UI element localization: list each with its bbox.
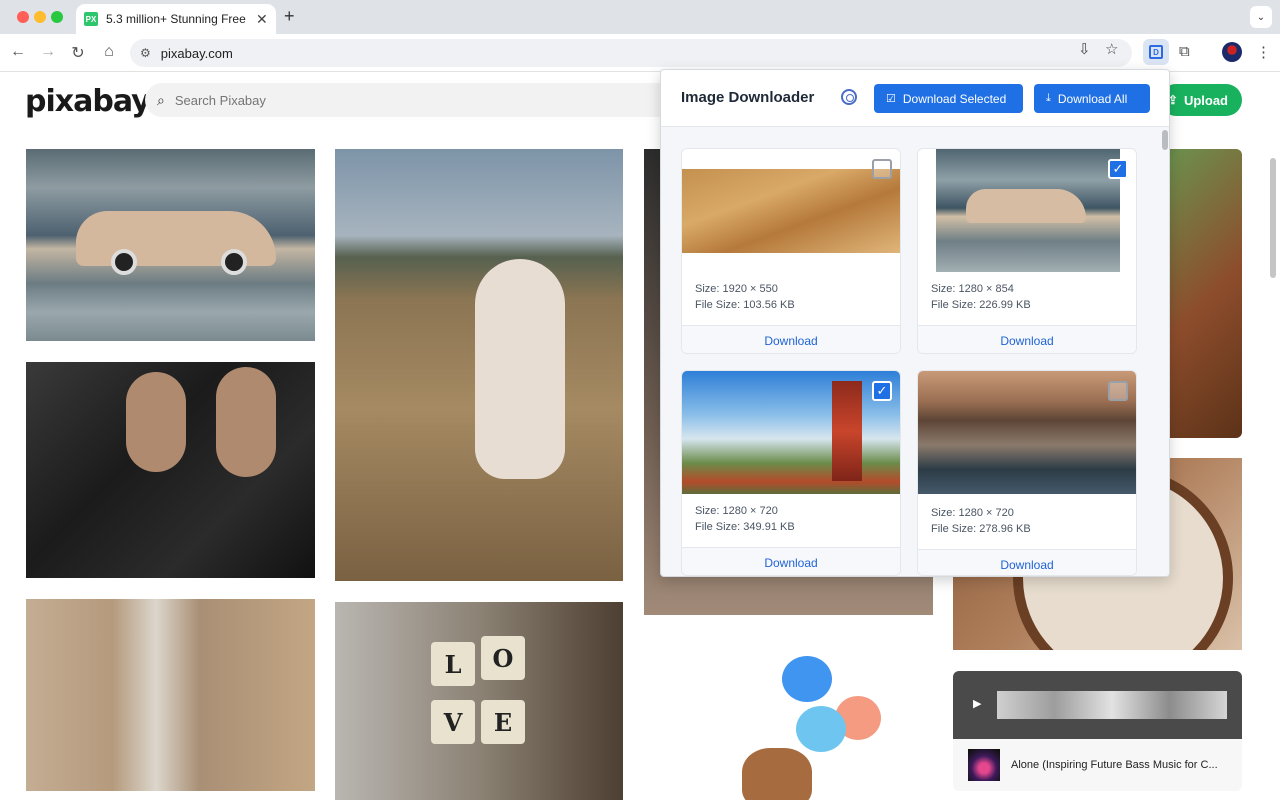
forward-arrow-icon[interactable]: → — [38, 43, 58, 61]
popup-scrollbar-track[interactable] — [1158, 127, 1169, 576]
checkbox-icon: ☑ — [886, 93, 896, 105]
site-settings-icon[interactable]: ⚙ — [140, 46, 151, 60]
pagoda-shape — [832, 381, 862, 481]
upload-button[interactable]: ⇪ Upload — [1160, 84, 1242, 116]
back-arrow-icon[interactable]: ← — [8, 43, 28, 61]
desert-dunes-image — [682, 169, 900, 253]
image-tile-husky-dog[interactable] — [335, 149, 623, 581]
coastal-city-image — [918, 371, 1136, 494]
browser-tab[interactable]: PX 5.3 million+ Stunning Free Im ✕ — [76, 4, 276, 34]
download-all-label: Download All — [1057, 91, 1128, 106]
card-download-button[interactable]: Download — [918, 325, 1136, 353]
upload-label: Upload — [1183, 92, 1228, 108]
tab-close-icon[interactable]: ✕ — [256, 11, 268, 28]
hand-shape — [126, 372, 186, 472]
window-maximize-button[interactable] — [51, 11, 63, 23]
new-tab-icon[interactable]: + — [284, 6, 295, 27]
image-file-size: File Size: 278.96 KB — [931, 523, 1031, 535]
music-cover-thumbnail — [968, 749, 1000, 781]
image-tile-vintage-car[interactable] — [26, 149, 315, 341]
bear-character — [742, 748, 812, 800]
select-checkbox[interactable] — [1108, 381, 1128, 401]
extensions-puzzle-icon[interactable]: ⧉ — [1179, 43, 1190, 60]
pixabay-logo[interactable]: pixabay — [25, 84, 151, 119]
select-checkbox[interactable] — [872, 159, 892, 179]
music-track-card[interactable]: ▶ Alone (Inspiring Future Bass Music for… — [953, 671, 1242, 791]
download-selected-button[interactable]: ☑ Download Selected — [874, 84, 1023, 113]
music-title[interactable]: Alone (Inspiring Future Bass Music for C… — [1011, 759, 1218, 771]
image-card[interactable]: Size: 1280 × 720 File Size: 278.96 KB Do… — [917, 370, 1137, 576]
car-wheel — [221, 249, 247, 275]
dice-letter: V — [431, 700, 475, 744]
image-size: Size: 1920 × 550 — [695, 283, 778, 295]
balloon-shape — [782, 656, 832, 702]
image-size: Size: 1280 × 720 — [695, 505, 778, 517]
tab-search-chevron-icon[interactable]: ⌄ — [1250, 6, 1272, 28]
play-icon[interactable]: ▶ — [973, 697, 981, 710]
popup-header: Image Downloader ☑ Download Selected ⤓ D… — [661, 70, 1169, 127]
home-icon[interactable]: ⌂ — [99, 43, 119, 61]
download-all-button[interactable]: ⤓ Download All — [1034, 84, 1150, 113]
car-shape — [966, 189, 1086, 223]
card-thumbnail[interactable]: ✓ — [918, 149, 1136, 272]
image-tile-alley[interactable] — [26, 599, 315, 791]
page-scrollbar-thumb[interactable] — [1270, 158, 1276, 278]
settings-gear-icon[interactable] — [841, 89, 857, 105]
window-close-button[interactable] — [17, 11, 29, 23]
popup-title: Image Downloader — [681, 89, 815, 106]
card-thumbnail[interactable]: ✓ — [682, 371, 900, 494]
waveform-bars — [997, 691, 1227, 719]
select-checkbox-checked[interactable]: ✓ — [872, 381, 892, 401]
card-thumbnail[interactable] — [918, 371, 1136, 494]
browser-tab-bar: PX 5.3 million+ Stunning Free Im ✕ + ⌄ — [0, 0, 1280, 34]
tab-title: 5.3 million+ Stunning Free Im — [106, 12, 248, 26]
card-thumbnail[interactable] — [682, 149, 900, 272]
dog-shape — [475, 259, 565, 479]
address-bar[interactable]: ⚙ pixabay.com — [130, 39, 1132, 67]
url-text: pixabay.com — [160, 45, 233, 61]
image-tile-balloons-illustration[interactable] — [730, 650, 900, 800]
hand-shape — [216, 367, 276, 477]
pixabay-favicon-icon: PX — [84, 12, 98, 26]
image-size: Size: 1280 × 854 — [931, 283, 1014, 295]
audio-waveform: ▶ — [953, 671, 1242, 739]
image-file-size: File Size: 226.99 KB — [931, 299, 1031, 311]
popup-scrollbar-thumb[interactable] — [1162, 130, 1168, 150]
reload-icon[interactable]: ↻ — [68, 43, 88, 63]
image-downloader-popup: Image Downloader ☑ Download Selected ⤓ D… — [660, 69, 1170, 577]
image-downloader-extension-icon[interactable]: D — [1143, 39, 1169, 65]
image-file-size: File Size: 103.56 KB — [695, 299, 795, 311]
card-download-button[interactable]: Download — [918, 549, 1136, 575]
image-card[interactable]: ✓ Size: 1280 × 854 File Size: 226.99 KB … — [917, 148, 1137, 354]
image-tile-love-dice[interactable]: L O V E — [335, 602, 623, 800]
dice-letter: O — [481, 636, 525, 680]
image-card[interactable]: Size: 1920 × 550 File Size: 103.56 KB Do… — [681, 148, 901, 354]
dice-letter: E — [481, 700, 525, 744]
select-checkbox-checked[interactable]: ✓ — [1108, 159, 1128, 179]
vintage-car-image — [936, 149, 1120, 272]
balloon-shape — [796, 706, 846, 752]
search-icon: ⌕ — [157, 91, 165, 108]
car-wheel — [111, 249, 137, 275]
card-download-button[interactable]: Download — [682, 325, 900, 353]
browser-menu-icon[interactable]: ⋮ — [1256, 43, 1271, 61]
install-app-icon[interactable]: ⇩ — [1078, 40, 1091, 58]
window-minimize-button[interactable] — [34, 11, 46, 23]
image-file-size: File Size: 349.91 KB — [695, 521, 795, 533]
download-icon: ⤓ — [1046, 92, 1051, 104]
search-bar[interactable]: ⌕ — [145, 83, 705, 117]
bookmark-star-icon[interactable]: ☆ — [1105, 40, 1118, 58]
profile-avatar[interactable] — [1222, 42, 1242, 62]
image-size: Size: 1280 × 720 — [931, 507, 1014, 519]
image-card[interactable]: ✓ Size: 1280 × 720 File Size: 349.91 KB … — [681, 370, 901, 576]
dice-letter: L — [431, 642, 475, 686]
download-selected-label: Download Selected — [902, 91, 1007, 106]
browser-toolbar: ← → ↻ ⌂ ⚙ pixabay.com ⇩ ☆ D ⧉ ⋮ — [0, 34, 1280, 72]
card-download-button[interactable]: Download — [682, 547, 900, 575]
search-input[interactable] — [174, 92, 575, 108]
image-tile-dj-mixer[interactable] — [26, 362, 315, 578]
pagoda-fuji-image — [682, 371, 900, 494]
